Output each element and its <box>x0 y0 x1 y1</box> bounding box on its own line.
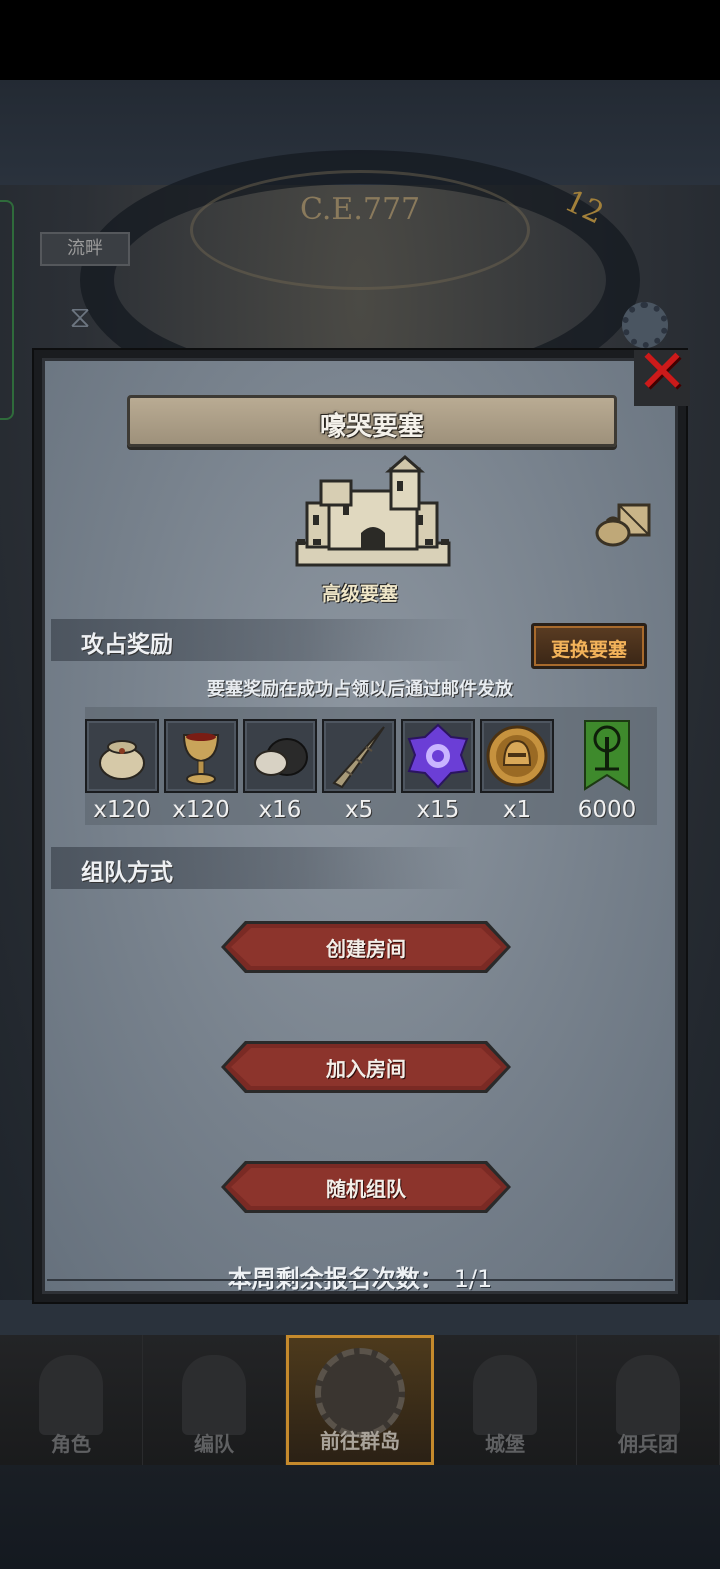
nav-item-islands[interactable]: 前往群岛 <box>286 1335 434 1465</box>
fortress-dialog: 嚎哭要塞 高级要塞 攻占奖励 更换要塞 要塞奖励在成功占领以后通过邮件发放 x1… <box>32 342 690 1304</box>
bottom-nav: 角色 编队 前往群岛 城堡 佣兵团 <box>0 1335 720 1465</box>
nav-label: 佣兵团 <box>618 1432 678 1456</box>
bottom-bar <box>0 1465 720 1569</box>
background-left-tab: 流畔 <box>40 232 130 266</box>
nav-item-mercenary[interactable]: 佣兵团 <box>577 1335 720 1465</box>
hourglass-icon: ⧖ <box>69 300 91 335</box>
create-room-label: 创建房间 <box>326 937 406 961</box>
reward-qty: x15 <box>416 797 460 823</box>
dialog-title: 嚎哭要塞 <box>319 412 424 442</box>
reward-qty: x1 <box>502 797 532 823</box>
reward-item[interactable]: x5 <box>322 719 396 823</box>
dialog-panel: 嚎哭要塞 高级要塞 攻占奖励 更换要塞 要塞奖励在成功占领以后通过邮件发放 x1… <box>42 358 678 1294</box>
close-icon: ✕ <box>636 337 688 407</box>
reward-item[interactable]: x120 <box>85 719 159 823</box>
nav-item-character[interactable]: 角色 <box>0 1335 143 1465</box>
reward-note: 要塞奖励在成功占领以后通过邮件发放 <box>207 679 513 700</box>
join-room-label: 加入房间 <box>326 1057 406 1081</box>
map-lower-strip <box>0 1300 720 1340</box>
title-banner: 嚎哭要塞 <box>127 395 617 447</box>
sack-icon <box>99 740 145 780</box>
reward-item[interactable]: x15 <box>401 719 475 823</box>
reward-slot <box>567 719 647 793</box>
reward-qty: x16 <box>258 797 302 823</box>
change-fortress-button[interactable]: 更换要塞 <box>531 623 647 669</box>
rewards-section-title: 攻占奖励 <box>81 632 173 658</box>
nav-label: 城堡 <box>485 1432 525 1456</box>
knight-icon <box>39 1355 103 1435</box>
team-section-header: 组队方式 <box>51 847 471 889</box>
fortress-level: 高级要塞 <box>321 583 398 605</box>
random-team-button[interactable]: 随机组队 <box>221 1159 511 1215</box>
reward-slot <box>480 719 554 793</box>
horn-icon <box>332 726 385 789</box>
nav-label: 编队 <box>194 1432 234 1456</box>
random-team-label: 随机组队 <box>326 1177 406 1201</box>
reward-slot <box>401 719 475 793</box>
reward-qty: 6000 <box>577 797 637 823</box>
reward-qty: x5 <box>344 797 374 823</box>
purple-crystal-icon <box>407 723 469 789</box>
reward-item[interactable]: x1 <box>480 719 554 823</box>
reward-item[interactable]: 6000 <box>567 719 647 823</box>
change-fortress-label: 更换要塞 <box>550 639 627 661</box>
reward-qty: x120 <box>172 797 230 823</box>
nav-item-formation[interactable]: 编队 <box>143 1335 286 1465</box>
helmet-icon <box>182 1355 246 1435</box>
ore-icon <box>254 738 308 776</box>
reward-slot <box>164 719 238 793</box>
reward-item[interactable]: x16 <box>243 719 317 823</box>
side-panel-edge <box>0 200 14 420</box>
nav-label: 前往群岛 <box>320 1429 400 1453</box>
supplies-bag-icon[interactable] <box>593 499 655 547</box>
ship-icon <box>616 1355 680 1435</box>
era-clock-inner-ring <box>190 170 530 290</box>
green-banner-icon <box>584 720 630 791</box>
dialog-bottom-line <box>47 1279 673 1281</box>
reward-slot <box>85 719 159 793</box>
create-room-button[interactable]: 创建房间 <box>221 919 511 975</box>
signup-remaining: 本周剩余报名次数： 1/1 <box>45 1259 675 1294</box>
reward-list: x120 x120 x16 x5 x15 x1 6000 <box>85 707 657 825</box>
fortress-icon <box>295 455 451 567</box>
close-button[interactable]: ✕ <box>634 342 690 406</box>
castle-icon <box>473 1355 537 1435</box>
nav-item-castle[interactable]: 城堡 <box>434 1335 577 1465</box>
nav-label: 角色 <box>51 1432 91 1456</box>
reward-qty: x120 <box>93 797 151 823</box>
era-label: C.E.777 <box>300 192 421 227</box>
helmet-medal-icon <box>486 725 548 787</box>
team-section-title: 组队方式 <box>81 860 173 886</box>
rewards-section-header: 攻占奖励 <box>51 619 471 661</box>
join-room-button[interactable]: 加入房间 <box>221 1039 511 1095</box>
reward-item[interactable]: x120 <box>164 719 238 823</box>
goblet-icon <box>182 733 220 785</box>
reward-slot <box>243 719 317 793</box>
reward-slot <box>322 719 396 793</box>
